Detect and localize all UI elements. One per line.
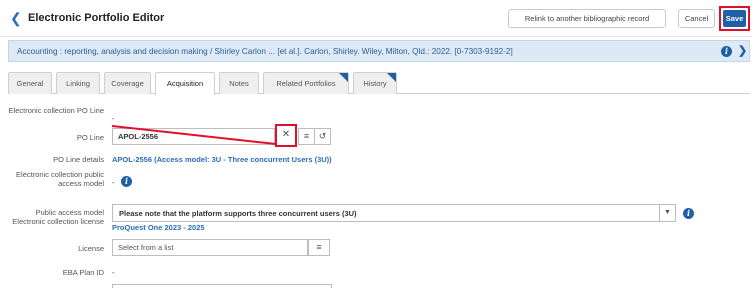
clear-x-icon[interactable]: ✕ [278, 127, 294, 144]
save-button-highlight: Save [719, 6, 750, 31]
ec-po-line-label: Electronic collection PO Line [8, 106, 104, 115]
record-banner: Accounting : reporting, analysis and dec… [8, 40, 750, 62]
ec-public-access-label: Electronic collection public access mode… [16, 170, 104, 188]
tab-general[interactable]: General [8, 72, 52, 94]
tab-bar: General Linking Coverage Acquisition Not… [8, 72, 750, 95]
license-label: License [78, 244, 104, 253]
eba-plan-label: EBA Plan ID [62, 268, 104, 277]
list-icon[interactable]: ≡ [308, 239, 330, 256]
has-content-marker [387, 73, 396, 82]
save-button[interactable]: Save [723, 10, 746, 27]
tab-linking[interactable]: Linking [56, 72, 100, 94]
back-chevron-icon[interactable]: ❮ [10, 11, 24, 25]
po-line-label: PO Line [76, 133, 104, 142]
chevron-right-icon[interactable]: ❯ [738, 44, 747, 57]
tab-notes[interactable]: Notes [219, 72, 259, 94]
record-title: Accounting : reporting, analysis and dec… [17, 47, 513, 56]
tab-history[interactable]: History [353, 72, 397, 94]
caret-down-icon[interactable]: ▼ [659, 205, 675, 221]
cancel-button[interactable]: Cancel [678, 9, 715, 28]
relink-button[interactable]: Relink to another bibliographic record [508, 9, 666, 28]
acquisition-form: Electronic collection PO Line - PO Line … [0, 94, 752, 288]
annotation-arrow [111, 125, 277, 145]
info-icon[interactable]: i [683, 208, 694, 219]
tab-related-portfolios-label: Related Portfolios [276, 79, 336, 88]
ec-public-access-value: - [112, 178, 115, 187]
info-icon[interactable]: i [121, 176, 132, 187]
page-title: Electronic Portfolio Editor [28, 12, 165, 24]
license-input[interactable]: Select from a list [112, 239, 308, 256]
public-access-value: Please note that the platform supports t… [119, 209, 357, 218]
po-line-details-label: PO Line details [53, 155, 104, 164]
tab-acquisition[interactable]: Acquisition [155, 72, 215, 95]
tab-history-label: History [363, 79, 387, 88]
has-content-marker [339, 73, 348, 82]
list-icon[interactable]: ≡ [298, 128, 315, 145]
tab-related-portfolios[interactable]: Related Portfolios [263, 72, 349, 94]
po-line-details-value[interactable]: APOL-2556 (Access model: 3U - Three conc… [112, 155, 332, 164]
ec-po-line-value: - [112, 114, 115, 123]
header-bar: ❮ Electronic Portfolio Editor Relink to … [0, 0, 752, 37]
public-access-label: Public access model [35, 208, 104, 217]
info-icon[interactable]: i [721, 46, 732, 57]
partial-field[interactable] [112, 284, 332, 288]
ec-license-label: Electronic collection license [12, 217, 104, 226]
public-access-select[interactable]: Please note that the platform supports t… [112, 204, 676, 222]
ec-license-value[interactable]: ProQuest One 2023 - 2025 [112, 223, 205, 232]
tab-coverage[interactable]: Coverage [104, 72, 151, 94]
eba-plan-value: - [112, 268, 115, 277]
history-icon[interactable]: ↺ [314, 128, 331, 145]
